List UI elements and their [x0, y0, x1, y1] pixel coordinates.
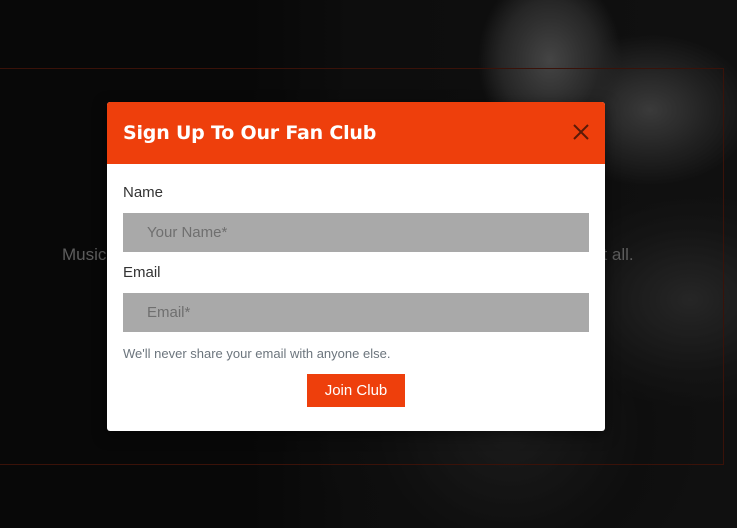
email-label: Email [123, 264, 161, 281]
page: Music at all. Sign Up To Our Fan Club Na… [0, 0, 737, 528]
fan-club-modal: Sign Up To Our Fan Club Name Email We'll… [107, 102, 605, 431]
close-button[interactable] [571, 122, 591, 142]
name-input[interactable] [123, 213, 589, 252]
name-label: Name [123, 184, 164, 201]
modal-title: Sign Up To Our Fan Club [123, 122, 377, 144]
email-help-text: We'll never share your email with anyone… [123, 346, 391, 361]
join-club-button[interactable]: Join Club [307, 374, 405, 407]
email-input[interactable] [123, 293, 589, 332]
modal-header: Sign Up To Our Fan Club [107, 102, 605, 164]
close-icon [573, 124, 589, 140]
